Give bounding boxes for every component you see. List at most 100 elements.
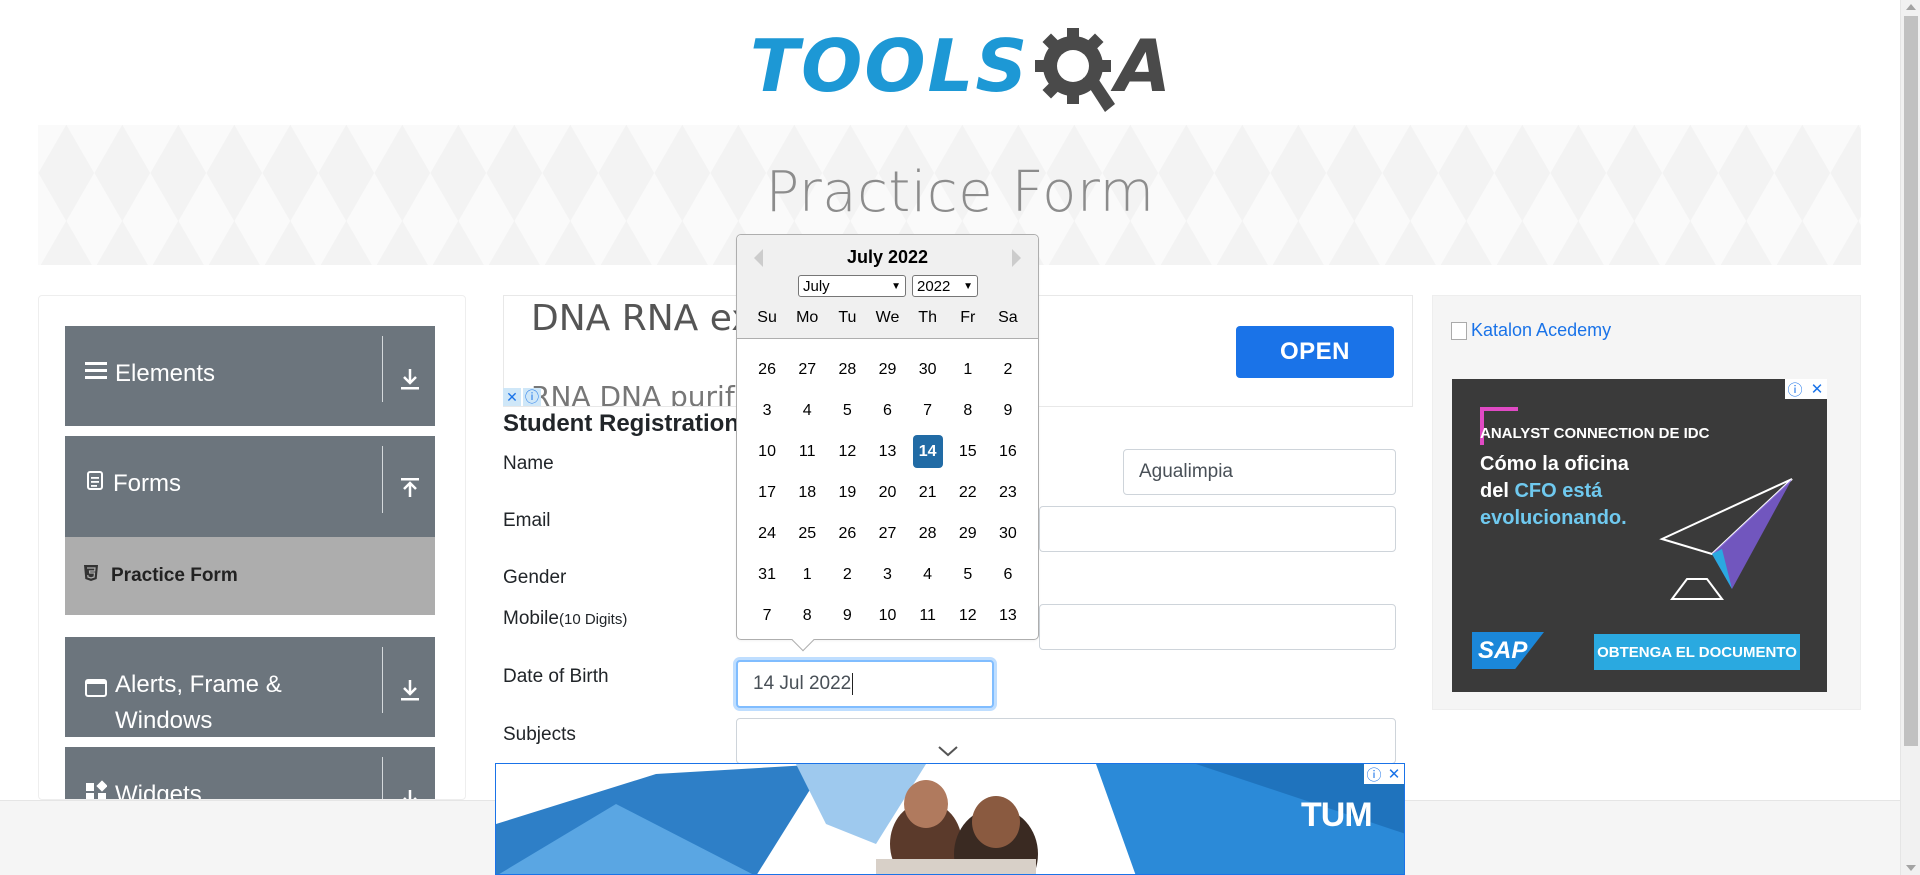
calendar-day[interactable]: 13 [993,599,1023,632]
sap-ad[interactable]: ANALYST CONNECTION DE IDC Cómo la oficin… [1452,379,1827,692]
calendar-day[interactable]: 5 [832,394,862,427]
calendar-day[interactable]: 27 [872,517,902,550]
sap-ad-body-line: del CFO está [1480,478,1680,505]
calendar-day[interactable]: 7 [752,599,782,632]
calendar-day[interactable]: 16 [993,435,1023,468]
year-select[interactable]: 2022 ▼ [912,275,978,297]
text-caret [852,673,854,695]
calendar-day[interactable]: 11 [913,599,943,632]
month-select[interactable]: July ▼ [798,275,906,297]
calendar-day[interactable]: 20 [872,476,902,509]
calendar-day[interactable]: 21 [913,476,943,509]
calendar-day[interactable]: 27 [792,353,822,386]
calendar-day[interactable]: 1 [953,353,983,386]
calendar-day[interactable]: 3 [872,558,902,591]
calendar-day[interactable]: 24 [752,517,782,550]
calendar-day[interactable]: 2 [832,558,862,591]
next-month-icon[interactable] [1012,249,1021,267]
scroll-down-icon[interactable] [1906,865,1916,871]
calendar-day[interactable]: 3 [752,394,782,427]
calendar-day[interactable]: 10 [752,435,782,468]
year-select-value: 2022 [917,277,951,295]
ad-controls: ⓘ ✕ [1364,764,1404,784]
sidebar-group-widgets[interactable]: Widgets [65,747,435,799]
mobile-field[interactable] [1039,604,1396,650]
calendar-day[interactable]: 13 [872,435,902,468]
sidebar-item-practice-form[interactable]: Practice Form [65,537,435,615]
calendar-day[interactable]: 11 [792,435,822,468]
info-icon[interactable]: ⓘ [523,388,541,406]
calendar-day[interactable]: 8 [953,394,983,427]
vertical-scrollbar[interactable] [1900,0,1920,875]
calendar-day[interactable]: 7 [913,394,943,427]
chevron-down-icon[interactable] [936,744,960,758]
dob-label: Date of Birth [503,666,609,687]
calendar-day[interactable]: 6 [993,558,1023,591]
calendar-day[interactable]: 28 [832,353,862,386]
calendar-day[interactable]: 26 [752,353,782,386]
calendar-day[interactable]: 6 [872,394,902,427]
toolsqa-logo[interactable]: TOOLS A [750,18,1171,114]
download-icon[interactable] [395,785,425,799]
calendar-day[interactable]: 15 [953,435,983,468]
calendar-day[interactable]: 2 [993,353,1023,386]
calendar-day[interactable]: 12 [953,599,983,632]
document-icon [85,466,105,502]
calendar-day[interactable]: 29 [953,517,983,550]
close-icon[interactable]: ✕ [503,388,521,406]
calendar-day[interactable]: 9 [832,599,862,632]
sap-cta-button[interactable]: OBTENGA EL DOCUMENTO [1594,634,1800,670]
calendar-day[interactable]: 8 [792,599,822,632]
email-field[interactable] [1039,506,1396,552]
datepicker-popup: July 2022 July ▼ 2022 ▼ Su Mo Tu We Th Fr … [736,234,1039,652]
calendar-day[interactable]: 12 [832,435,862,468]
close-icon[interactable]: ✕ [1384,764,1404,784]
calendar-day[interactable]: 25 [792,517,822,550]
sidebar-group-forms[interactable]: Forms [65,436,435,537]
info-icon[interactable]: ⓘ [1785,379,1805,399]
calendar-day[interactable]: 30 [913,353,943,386]
calendar-day[interactable]: 19 [832,476,862,509]
calendar-day[interactable]: 18 [792,476,822,509]
calendar-day[interactable]: 23 [993,476,1023,509]
logo-tools-text: TOOLS [750,24,1030,108]
calendar-day[interactable]: 22 [953,476,983,509]
download-icon[interactable] [395,675,425,705]
logo-a-text: A [1115,24,1171,108]
calendar-day[interactable]: 29 [872,353,902,386]
form-title: Student Registration [503,410,740,437]
sap-ad-body-text: del [1480,480,1515,502]
sidebar-group-elements[interactable]: Elements [65,326,435,426]
date-of-birth-input[interactable]: 14 Jul 2022 [736,660,994,708]
bottom-ad-banner[interactable]: TUM ⓘ ✕ [495,763,1405,875]
download-icon[interactable] [395,364,425,394]
ad-open-button[interactable]: OPEN [1236,326,1394,378]
calendar-day[interactable]: 28 [913,517,943,550]
last-name-field[interactable]: Agualimpia [1123,449,1396,495]
sidebar-group-label: Alerts, Frame & [115,671,282,698]
sidebar: Elements Forms Practice Form Alerts, Fra… [38,295,466,800]
katalon-academy-link[interactable]: Katalon Acedemy [1451,320,1611,341]
sidebar-group-alerts[interactable]: Alerts, Frame & Windows [65,637,435,737]
info-icon[interactable]: ⓘ [1364,764,1384,784]
calendar-day-selected[interactable]: 14 [912,435,943,468]
calendar-day[interactable]: 1 [792,558,822,591]
calendar-day[interactable]: 26 [832,517,862,550]
ad-subline: RNA DNA purif [531,380,735,407]
calendar-day[interactable]: 17 [752,476,782,509]
sap-ad-body-line: Cómo la oficina [1480,453,1629,475]
subjects-input[interactable] [736,718,1396,764]
calendar-day[interactable]: 9 [993,394,1023,427]
calendar-day[interactable]: 30 [993,517,1023,550]
calendar-day[interactable]: 4 [913,558,943,591]
scroll-thumb[interactable] [1904,16,1918,746]
calendar-day[interactable]: 10 [872,599,902,632]
scroll-up-icon[interactable] [1906,4,1916,10]
upload-icon[interactable] [395,474,425,504]
calendar-day[interactable]: 31 [752,558,782,591]
gender-label: Gender [503,567,567,588]
name-label: Name [503,453,554,474]
calendar-day[interactable]: 5 [953,558,983,591]
close-icon[interactable]: ✕ [1807,379,1827,399]
calendar-day[interactable]: 4 [792,394,822,427]
